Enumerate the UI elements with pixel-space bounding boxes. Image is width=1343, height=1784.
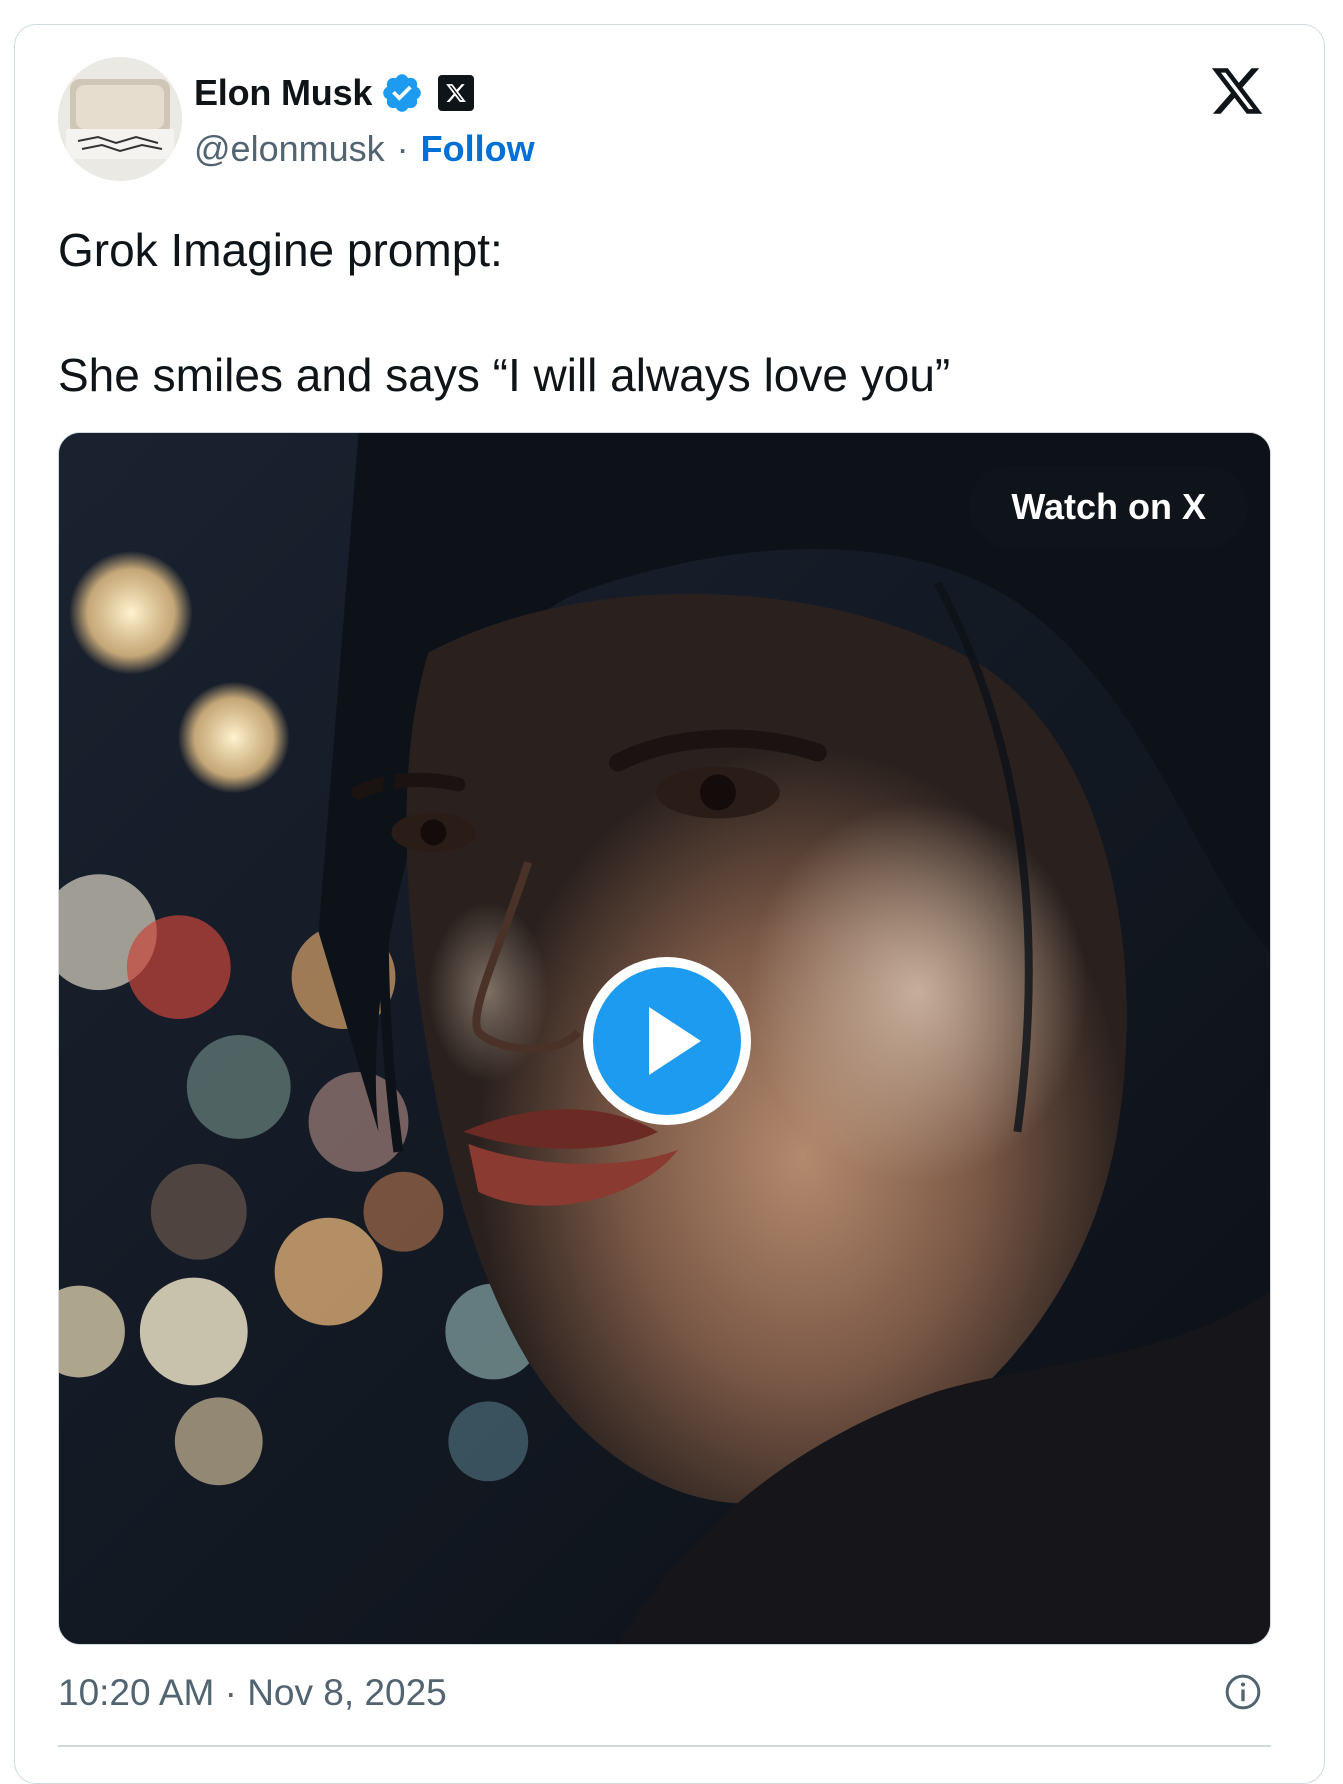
tweet-text: Grok Imagine prompt: She smiles and says…: [58, 220, 950, 405]
watch-on-x-button[interactable]: Watch on X: [969, 466, 1248, 548]
tweet-timestamp[interactable]: 10:20 AM · Nov 8, 2025: [58, 1672, 447, 1714]
avatar[interactable]: [58, 57, 182, 181]
video-media[interactable]: Watch on X: [58, 432, 1271, 1645]
verified-badge-icon: [380, 71, 424, 115]
author-name-row: Elon Musk: [194, 70, 475, 116]
x-affiliate-badge-icon: [438, 75, 475, 111]
author-handle-row: @elonmusk · Follow: [194, 128, 535, 170]
tweet-text-line-1: Grok Imagine prompt:: [58, 224, 503, 276]
author-name[interactable]: Elon Musk: [194, 72, 372, 114]
tweet-text-line-2: She smiles and says “I will always love …: [58, 349, 951, 401]
follow-button[interactable]: Follow: [421, 128, 535, 170]
x-logo-icon[interactable]: [1207, 63, 1267, 119]
author-handle[interactable]: @elonmusk: [194, 128, 385, 170]
play-button[interactable]: [579, 953, 755, 1129]
separator-dot: ·: [396, 128, 409, 169]
divider: [58, 1745, 1271, 1747]
play-icon: [583, 957, 751, 1125]
info-icon[interactable]: [1223, 1672, 1263, 1712]
